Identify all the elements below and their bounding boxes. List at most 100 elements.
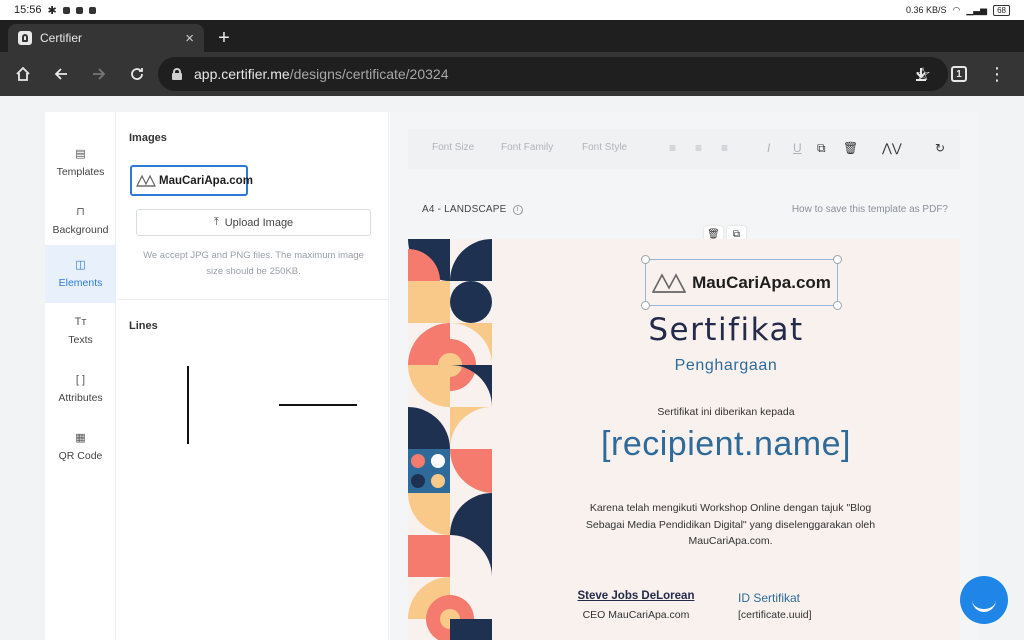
geometric-pattern-decoration [408,239,492,640]
page-size-text: A4 - LANDSCAPE [422,204,507,215]
certificate-logo-text: MauCariApa.com [692,272,831,292]
battery-icon: 68 [993,4,1010,16]
nav-item-label: QR Code [58,450,103,462]
address-bar[interactable]: app.certifier.me /designs/certificate/20… [158,57,948,91]
signal-icon: ▁▃▅ [966,4,988,15]
nav-item-texts[interactable]: Tт Texts [45,302,116,360]
url-domain: app.certifier.me [194,66,290,82]
signer-name[interactable]: Steve Jobs DeLorean [556,590,716,602]
thumbnail-logo-text: MauCariApa.com [159,174,253,187]
certificate-body-text[interactable]: Karena telah mengikuti Workshop Online d… [573,500,888,550]
upload-image-label: Upload Image [224,216,294,229]
selected-logo-element[interactable]: MauCariApa.com [641,255,842,310]
panel-divider [117,299,389,300]
qr-code-icon: ▦ [75,432,86,444]
network-speed: 0.36 KB/S [905,5,947,15]
layer-up-down-icon[interactable]: ⋀⋁ [882,141,902,155]
tab-close-icon[interactable]: × [185,30,194,47]
horizontal-line-element[interactable] [279,404,357,406]
certificate-id-label[interactable]: ID Sertifikat [738,591,800,605]
info-icon[interactable]: i [512,204,523,215]
certificate-id-placeholder[interactable]: [certificate.uuid] [738,609,812,621]
resize-handle[interactable] [833,301,842,310]
notification-icon [62,6,70,14]
menu-kebab-icon[interactable]: ⋮ [978,55,1016,93]
undo-icon[interactable]: ↻ [935,141,945,155]
bluetooth-icon: ✱ [47,4,57,17]
tab-switcher-button[interactable]: 1 [940,55,978,93]
home-icon[interactable] [4,55,42,93]
delete-icon[interactable]: 🗑 [843,141,858,155]
url-path: /designs/certificate/20324 [289,66,449,82]
lock-icon [172,68,182,80]
nav-item-elements[interactable]: ◫ Elements [45,245,116,303]
underline-icon[interactable]: U [793,141,802,155]
uploaded-image-thumbnail[interactable]: MauCariApa.com [130,165,253,196]
nav-item-label: Texts [68,334,93,346]
document-icon: ▤ [75,148,86,160]
resize-handle[interactable] [641,301,650,310]
browser-tab[interactable]: Certifier × [8,24,204,52]
download-icon[interactable] [902,55,940,93]
smile-chat-icon [972,590,996,612]
nav-item-templates[interactable]: ▤ Templates [45,134,116,192]
tab-title: Certifier [40,31,83,45]
align-left-icon[interactable]: ≡ [669,141,676,155]
align-center-icon[interactable]: ≡ [695,141,702,155]
reload-icon[interactable] [118,55,156,93]
brackets-icon: [ ] [75,374,86,386]
certificate-given-to[interactable]: Sertifikat ini diberikan kepada [492,406,960,418]
certifier-favicon-icon [18,31,32,45]
recipient-name-placeholder[interactable]: [recipient.name] [492,425,960,464]
nav-item-attributes[interactable]: [ ] Attributes [45,360,116,418]
align-right-icon[interactable]: ≡ [721,141,728,155]
signer-role[interactable]: CEO MauCariApa.com [556,609,716,621]
notification-icon [75,6,83,14]
text-format-toolbar: Font Size Font Family Font Style ≡ ≡ ≡ I… [408,129,960,169]
upload-help-text: We accept JPG and PNG files. The maximum… [143,250,364,277]
upload-image-button[interactable]: ⤒ Upload Image [136,209,371,236]
nav-item-qr-code[interactable]: ▦ QR Code [45,418,116,476]
status-time: 15:56 [14,4,42,16]
lines-section-title: Lines [129,320,158,332]
nav-item-label: Elements [58,277,103,289]
resize-handle[interactable] [833,255,842,264]
notification-icon [88,6,96,14]
browser-toolbar: app.certifier.me /designs/certificate/20… [0,52,1024,96]
back-arrow-icon[interactable] [42,55,80,93]
forward-arrow-icon[interactable] [80,55,118,93]
font-family-control[interactable]: Font Family [501,142,553,153]
nav-item-background[interactable]: ⊓ Background [45,192,116,250]
shapes-icon: ◫ [75,259,86,271]
nav-item-label: Attributes [58,392,103,404]
android-status-bar: 15:56 ✱ 0.36 KB/S ◠ ▁▃▅ 68 [0,0,1024,20]
upload-icon: ⤒ [213,216,219,228]
new-tab-button[interactable]: + [212,24,236,52]
page-size-label: A4 - LANDSCAPE i [422,204,523,215]
nav-item-label: Background [52,224,109,236]
resize-handle[interactable] [641,255,650,264]
nav-item-label: Templates [56,166,105,178]
images-section-title: Images [129,132,167,144]
maucariapa-logo-icon [136,174,156,187]
certifier-designer: ▤ Templates ⊓ Background ◫ Elements Tт T… [45,112,979,640]
wifi-icon: ◠ [952,4,961,15]
font-style-control[interactable]: Font Style [582,142,627,153]
vertical-line-element[interactable] [187,366,189,444]
certificate-canvas[interactable]: MauCariApa.com Sertifikat Penghargaan Se… [408,239,960,640]
certificate-subtitle[interactable]: Penghargaan [492,357,960,375]
font-size-control[interactable]: Font Size [432,142,474,153]
certificate-title[interactable]: Sertifikat [492,312,960,348]
elements-panel: Images MauCariApa.com ⤒ Upload Image We … [117,112,389,640]
element-type-nav: ▤ Templates ⊓ Background ◫ Elements Tт T… [45,112,116,640]
save-as-pdf-help-link[interactable]: How to save this template as PDF? [792,204,948,215]
chat-support-button[interactable] [960,576,1008,624]
tab-count: 1 [951,66,967,82]
italic-icon[interactable]: I [767,141,770,155]
duplicate-icon[interactable]: ⧉ [817,141,826,156]
text-icon: Tт [74,316,87,328]
browser-tab-strip: Certifier × + [0,20,1024,52]
paint-roller-icon: ⊓ [76,206,85,218]
certificate-editor: Font Size Font Family Font Style ≡ ≡ ≡ I… [390,112,979,640]
maucariapa-logo-icon [651,272,687,293]
